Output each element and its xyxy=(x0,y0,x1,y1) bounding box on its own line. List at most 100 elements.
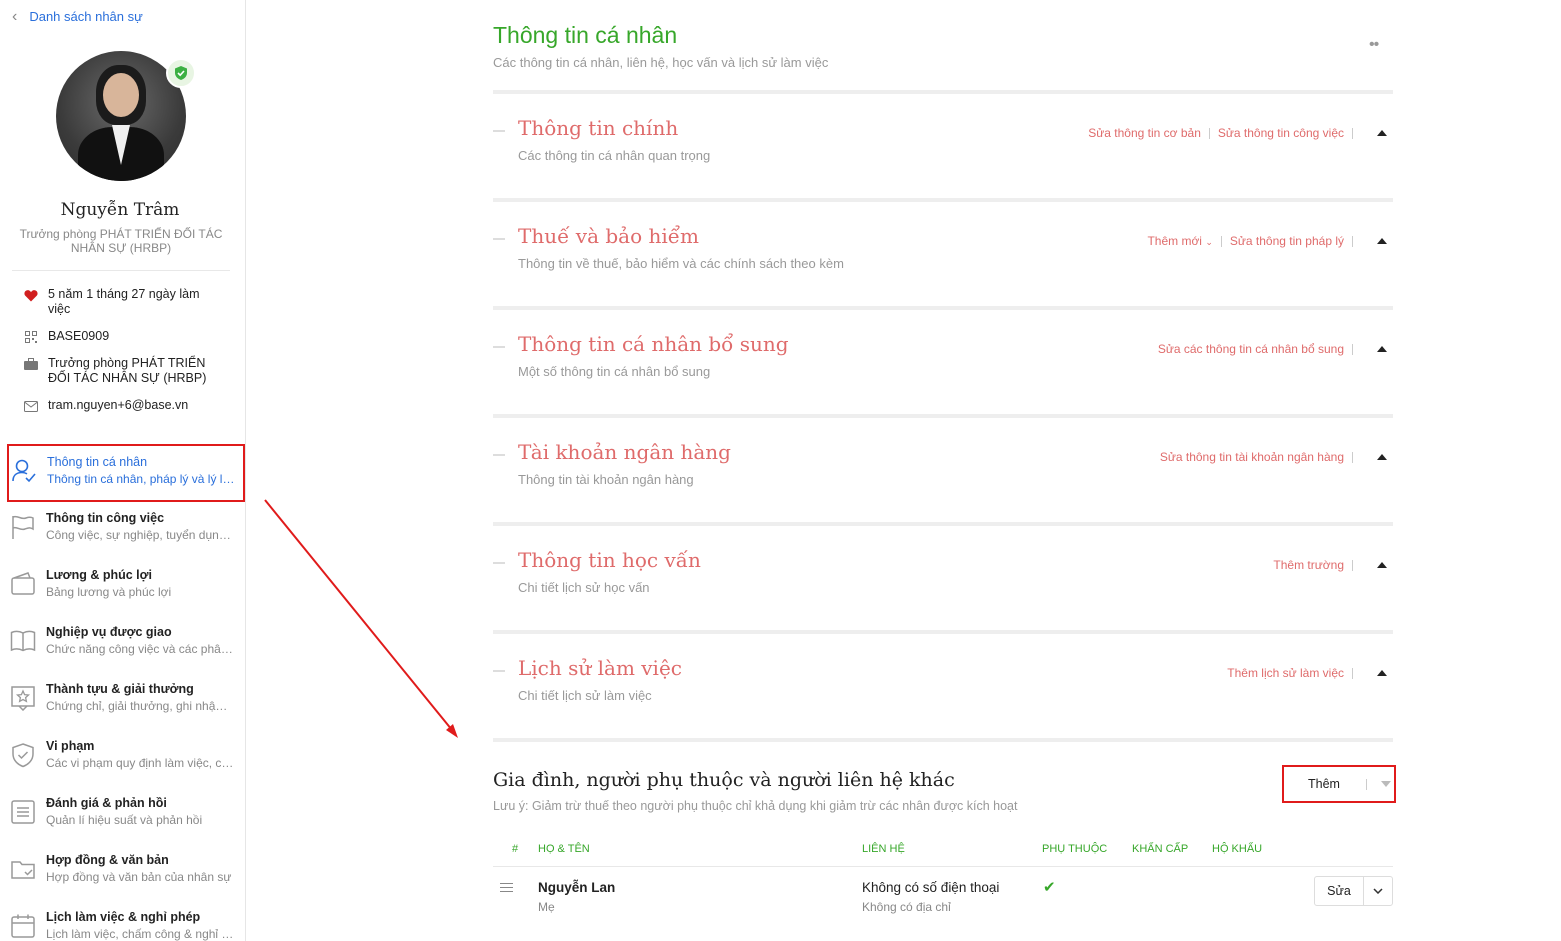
folder-check-icon xyxy=(10,856,36,882)
collapse-caret-icon[interactable] xyxy=(1377,130,1387,136)
table-row: Nguyễn Lan Mẹ Không có số điện thoại Khô… xyxy=(493,876,1393,928)
drag-handle-icon xyxy=(493,670,505,672)
collapse-caret-icon[interactable] xyxy=(1377,562,1387,568)
chevron-left-icon: ‹ xyxy=(12,7,18,25)
section-subtitle: Chi tiết lịch sử học vấn xyxy=(518,580,650,595)
collapse-caret-icon[interactable] xyxy=(1377,238,1387,244)
nav-item-schedule[interactable]: Lịch làm việc & nghỉ phép Lịch làm việc, … xyxy=(8,900,244,941)
col-index: # xyxy=(512,843,519,855)
nav-title: Vi phạm xyxy=(46,739,95,753)
col-household: HỘ KHẨU xyxy=(1212,843,1263,855)
section-actions: Sửa thông tin tài khoản ngân hàng xyxy=(1160,450,1393,464)
chevron-down-icon[interactable] xyxy=(1364,888,1392,894)
nav-title: Đánh giá & phản hồi xyxy=(46,796,167,810)
col-emergency: KHẨN CẤP xyxy=(1132,843,1189,855)
info-text: 5 năm 1 tháng 27 ngày làm việc xyxy=(48,287,200,316)
section-title: Lịch sử làm việc xyxy=(518,656,682,680)
mail-icon xyxy=(24,399,38,413)
dependent-check-icon: ✔ xyxy=(1043,879,1056,896)
add-work-history-link[interactable]: Thêm lịch sử làm việc xyxy=(1227,666,1344,680)
nav-title: Nghiệp vụ được giao xyxy=(46,625,172,639)
section-subtitle: Thông tin tài khoản ngân hàng xyxy=(518,472,694,487)
info-text: Trưởng phòng PHÁT TRIỂN ĐỐI TÁC NHÂN SỰ … xyxy=(48,356,207,385)
drag-handle-icon[interactable] xyxy=(500,883,513,895)
info-seniority: 5 năm 1 tháng 27 ngày làm việc xyxy=(24,287,224,317)
section-additional-info: Thông tin cá nhân bổ sung Một số thông t… xyxy=(493,306,1393,414)
section-title: Thông tin học vấn xyxy=(518,548,701,572)
heart-icon xyxy=(24,288,38,302)
back-link[interactable]: ‹ Danh sách nhân sự xyxy=(12,7,143,25)
collapse-caret-icon[interactable] xyxy=(1377,670,1387,676)
section-education: Thông tin học vấn Chi tiết lịch sử học v… xyxy=(493,522,1393,630)
edit-additional-info-link[interactable]: Sửa các thông tin cá nhân bổ sung xyxy=(1158,342,1344,356)
nav-subtitle: Hợp đồng và văn bản của nhân sự xyxy=(46,870,232,884)
section-title: Tài khoản ngân hàng xyxy=(518,440,731,464)
family-note: Lưu ý: Giảm trừ thuế theo người phụ thuộ… xyxy=(493,799,1018,813)
caret-down-icon[interactable] xyxy=(1380,781,1391,787)
section-work-history: Lịch sử làm việc Chi tiết lịch sử làm vi… xyxy=(493,630,1393,738)
nav-item-achievements[interactable]: Thành tựu & giải thưởng Chứng chỉ, giải t… xyxy=(8,672,244,729)
profile-name: Nguyễn Trâm xyxy=(60,200,180,220)
section-actions: Thêm lịch sử làm việc xyxy=(1227,666,1393,680)
nav-subtitle: Bảng lương và phúc lợi xyxy=(46,585,172,599)
add-school-link[interactable]: Thêm trường xyxy=(1273,558,1344,572)
add-new-label: Thêm mới xyxy=(1147,234,1202,248)
edit-label[interactable]: Sửa xyxy=(1315,884,1363,898)
nav-item-contracts[interactable]: Hợp đồng & văn bản Hợp đồng và văn bản củ… xyxy=(8,843,244,900)
section-title: Thông tin chính xyxy=(518,116,679,140)
star-award-icon xyxy=(10,685,36,712)
contact-phone: Không có số điện thoại xyxy=(862,880,1000,895)
collapse-caret-icon[interactable] xyxy=(1377,454,1387,460)
nav-title: Lịch làm việc & nghỉ phép xyxy=(46,910,201,924)
nav-subtitle: Thông tin cá nhân, pháp lý và lý lịch xyxy=(47,472,235,486)
edit-contact-button[interactable]: Sửa xyxy=(1314,876,1393,906)
section-main-info: Thông tin chính Các thông tin cá nhân qu… xyxy=(493,90,1393,198)
section-title: Thông tin cá nhân bổ sung xyxy=(518,332,789,356)
nav-item-work-info[interactable]: Thông tin công việc Công việc, sự nghiệp,… xyxy=(8,501,244,558)
section-title: Thuế và bảo hiểm xyxy=(518,224,700,248)
section-actions: Thêm trường xyxy=(1273,558,1393,572)
chevron-down-icon: ⌄ xyxy=(1205,237,1213,247)
nav-subtitle: Lịch làm việc, chấm công & nghỉ p... xyxy=(46,927,234,941)
nav-item-salary[interactable]: Lương & phúc lợi Bảng lương và phúc lợi xyxy=(8,558,244,615)
nav-subtitle: Công việc, sự nghiệp, tuyển dụng ... xyxy=(46,528,234,542)
nav-subtitle: Các vi phạm quy định làm việc, ch... xyxy=(46,756,234,770)
divider xyxy=(12,270,230,271)
more-options-icon[interactable]: •• xyxy=(1369,36,1379,54)
add-contact-button[interactable]: Thêm xyxy=(1282,765,1396,803)
section-family: Gia đình, người phụ thuộc và người liên … xyxy=(493,738,1396,928)
section-subtitle: Các thông tin cá nhân quan trọng xyxy=(518,148,711,163)
add-new-dropdown[interactable]: Thêm mới ⌄ xyxy=(1147,234,1212,248)
sidebar: ‹ Danh sách nhân sự Nguyễn Trâm Trưởng p… xyxy=(0,0,246,941)
family-title: Gia đình, người phụ thuộc và người liên … xyxy=(493,769,955,791)
edit-bank-account-link[interactable]: Sửa thông tin tài khoản ngân hàng xyxy=(1160,450,1344,464)
drag-handle-icon xyxy=(493,454,505,456)
edit-legal-info-link[interactable]: Sửa thông tin pháp lý xyxy=(1230,234,1344,248)
drag-handle-icon xyxy=(493,346,505,348)
col-dependent: PHỤ THUỘC xyxy=(1042,843,1108,855)
section-subtitle: Chi tiết lịch sử làm việc xyxy=(518,688,652,703)
add-contact-label: Thêm xyxy=(1308,777,1340,791)
contact-address: Không có địa chỉ xyxy=(862,900,951,914)
nav-subtitle: Chức năng công việc và các phân... xyxy=(46,642,234,656)
edit-basic-info-link[interactable]: Sửa thông tin cơ bản xyxy=(1088,126,1201,140)
nav-title: Hợp đồng & văn bản xyxy=(46,853,169,867)
section-actions: Sửa các thông tin cá nhân bổ sung xyxy=(1158,342,1393,356)
nav-title: Lương & phúc lợi xyxy=(46,568,152,582)
nav-item-violations[interactable]: Vi phạm Các vi phạm quy định làm việc, ch… xyxy=(8,729,244,786)
qr-code-icon xyxy=(24,330,38,344)
drag-handle-icon xyxy=(493,130,505,132)
back-link-label[interactable]: Danh sách nhân sự xyxy=(29,9,143,24)
section-actions: Thêm mới ⌄ Sửa thông tin pháp lý xyxy=(1147,234,1393,248)
col-contact: LIÊN HỆ xyxy=(862,843,905,855)
table-header: # HỌ & TÊN LIÊN HỆ PHỤ THUỘC KHẨN CẤP HỘ… xyxy=(493,842,1393,867)
col-name: HỌ & TÊN xyxy=(538,843,590,855)
collapse-caret-icon[interactable] xyxy=(1377,346,1387,352)
nav-item-reviews[interactable]: Đánh giá & phản hồi Quản lí hiệu suất và … xyxy=(8,786,244,843)
drag-handle-icon xyxy=(493,238,505,240)
nav-item-assigned-duties[interactable]: Nghiệp vụ được giao Chức năng công việc v… xyxy=(8,615,244,672)
list-doc-icon xyxy=(10,799,36,825)
section-subtitle: Thông tin về thuế, bảo hiểm và các chính… xyxy=(518,256,844,271)
edit-work-info-link[interactable]: Sửa thông tin công việc xyxy=(1218,126,1344,140)
nav-item-personal-info[interactable]: Thông tin cá nhân Thông tin cá nhân, pháp… xyxy=(7,444,245,502)
